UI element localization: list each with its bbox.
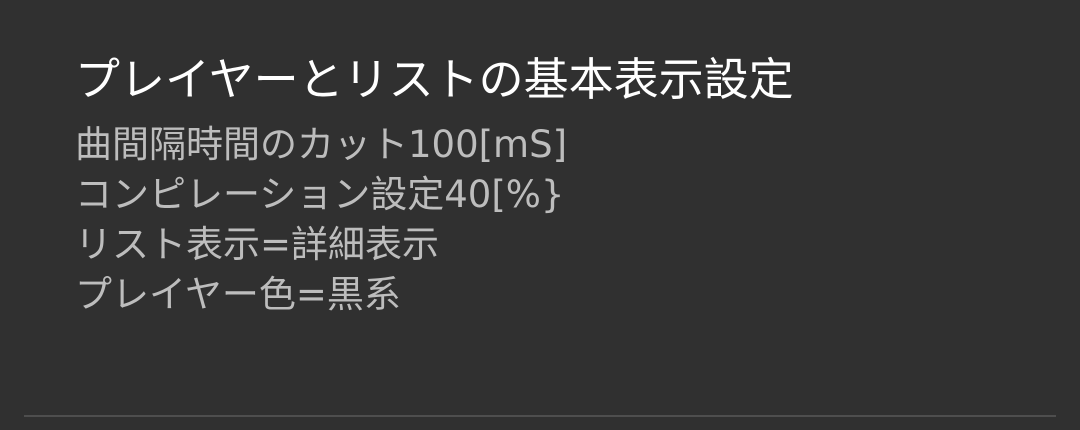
list-divider: [24, 415, 1056, 417]
summary-player-color: プレイヤー色=黒系: [75, 273, 401, 316]
setting-title: プレイヤーとリストの基本表示設定: [75, 53, 794, 106]
settings-screen: プレイヤーとリストの基本表示設定 曲間隔時間のカット100[mS] コンピレーシ…: [0, 0, 1080, 430]
setting-summary: 曲間隔時間のカット100[mS] コンピレーション設定40[%} リスト表示=詳…: [75, 120, 567, 320]
summary-list-display: リスト表示=詳細表示: [75, 223, 440, 266]
player-list-display-setting[interactable]: プレイヤーとリストの基本表示設定 曲間隔時間のカット100[mS] コンピレーシ…: [0, 0, 1080, 415]
summary-track-gap-cut: 曲間隔時間のカット100[mS]: [75, 123, 568, 166]
summary-compilation-setting: コンピレーション設定40[%}: [75, 173, 565, 216]
